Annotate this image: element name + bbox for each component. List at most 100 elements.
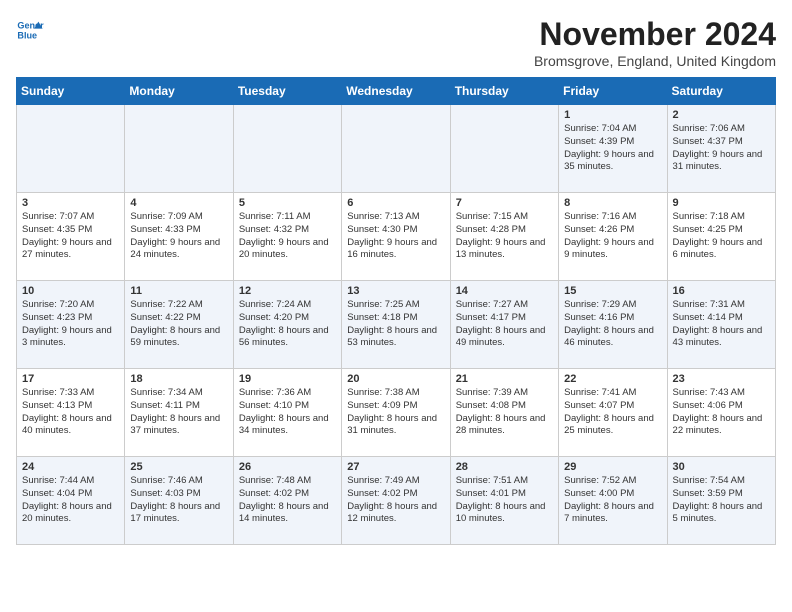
cell-info: Sunrise: 7:09 AM Sunset: 4:33 PM Dayligh… <box>130 211 227 262</box>
calendar-cell: 29Sunrise: 7:52 AM Sunset: 4:00 PM Dayli… <box>559 457 667 545</box>
cell-info: Sunrise: 7:52 AM Sunset: 4:00 PM Dayligh… <box>564 475 661 526</box>
weekday-header-wednesday: Wednesday <box>342 78 450 105</box>
cell-info: Sunrise: 7:15 AM Sunset: 4:28 PM Dayligh… <box>456 211 553 262</box>
cell-info: Sunrise: 7:39 AM Sunset: 4:08 PM Dayligh… <box>456 387 553 438</box>
calendar-cell: 23Sunrise: 7:43 AM Sunset: 4:06 PM Dayli… <box>667 369 775 457</box>
calendar-cell: 3 Sunrise: 7:07 AM Sunset: 4:35 PM Daylig… <box>17 193 125 281</box>
week-row-0: 1Sunrise: 7:04 AM Sunset: 4:39 PM Daylig… <box>17 105 776 193</box>
day-number: 12 <box>239 285 336 297</box>
weekday-header-saturday: Saturday <box>667 78 775 105</box>
cell-info: Sunrise: 7:24 AM Sunset: 4:20 PM Dayligh… <box>239 299 336 350</box>
cell-info: Sunrise: 7:38 AM Sunset: 4:09 PM Dayligh… <box>347 387 444 438</box>
cell-info: Sunrise: 7:48 AM Sunset: 4:02 PM Dayligh… <box>239 475 336 526</box>
day-number: 9 <box>673 197 770 209</box>
day-number: 4 <box>130 197 227 209</box>
location: Bromsgrove, England, United Kingdom <box>534 53 776 69</box>
month-title: November 2024 <box>534 16 776 53</box>
cell-info: Sunrise: 7:11 AM Sunset: 4:32 PM Dayligh… <box>239 211 336 262</box>
day-number: 14 <box>456 285 553 297</box>
weekday-header-friday: Friday <box>559 78 667 105</box>
calendar-cell: 30 Sunrise: 7:54 AM Sunset: 3:59 PM Dayli… <box>667 457 775 545</box>
calendar-cell: 4 Sunrise: 7:09 AM Sunset: 4:33 PM Daylig… <box>125 193 233 281</box>
calendar-cell: 18 Sunrise: 7:34 AM Sunset: 4:11 PM Dayli… <box>125 369 233 457</box>
weekday-header-thursday: Thursday <box>450 78 558 105</box>
cell-info: Sunrise: 7:54 AM Sunset: 3:59 PM Dayligh… <box>673 475 770 526</box>
day-number: 24 <box>22 461 119 473</box>
cell-info: Sunrise: 7:49 AM Sunset: 4:02 PM Dayligh… <box>347 475 444 526</box>
cell-info: Sunrise: 7:06 AM Sunset: 4:37 PM Dayligh… <box>673 123 770 174</box>
cell-info: Sunrise: 7:44 AM Sunset: 4:04 PM Dayligh… <box>22 475 119 526</box>
day-number: 28 <box>456 461 553 473</box>
day-number: 20 <box>347 373 444 385</box>
calendar-cell: 11 Sunrise: 7:22 AM Sunset: 4:22 PM Dayli… <box>125 281 233 369</box>
day-number: 11 <box>130 285 227 297</box>
day-number: 13 <box>347 285 444 297</box>
calendar-cell: 7 Sunrise: 7:15 AM Sunset: 4:28 PM Daylig… <box>450 193 558 281</box>
calendar-cell: 20 Sunrise: 7:38 AM Sunset: 4:09 PM Dayli… <box>342 369 450 457</box>
day-number: 15 <box>564 285 661 297</box>
week-row-1: 3 Sunrise: 7:07 AM Sunset: 4:35 PM Daylig… <box>17 193 776 281</box>
calendar-cell: 22 Sunrise: 7:41 AM Sunset: 4:07 PM Dayli… <box>559 369 667 457</box>
cell-info: Sunrise: 7:29 AM Sunset: 4:16 PM Dayligh… <box>564 299 661 350</box>
calendar-cell <box>125 105 233 193</box>
calendar-cell <box>450 105 558 193</box>
calendar-cell: 8 Sunrise: 7:16 AM Sunset: 4:26 PM Daylig… <box>559 193 667 281</box>
cell-info: Sunrise: 7:18 AM Sunset: 4:25 PM Dayligh… <box>673 211 770 262</box>
day-number: 30 <box>673 461 770 473</box>
cell-info: Sunrise: 7:33 AM Sunset: 4:13 PM Dayligh… <box>22 387 119 438</box>
cell-info: Sunrise: 7:07 AM Sunset: 4:35 PM Dayligh… <box>22 211 119 262</box>
weekday-header-tuesday: Tuesday <box>233 78 341 105</box>
calendar-cell <box>342 105 450 193</box>
calendar-cell: 28 Sunrise: 7:51 AM Sunset: 4:01 PM Dayli… <box>450 457 558 545</box>
cell-info: Sunrise: 7:36 AM Sunset: 4:10 PM Dayligh… <box>239 387 336 438</box>
calendar-cell: 14 Sunrise: 7:27 AM Sunset: 4:17 PM Dayli… <box>450 281 558 369</box>
cell-info: Sunrise: 7:25 AM Sunset: 4:18 PM Dayligh… <box>347 299 444 350</box>
day-number: 6 <box>347 197 444 209</box>
cell-info: Sunrise: 7:16 AM Sunset: 4:26 PM Dayligh… <box>564 211 661 262</box>
calendar-cell: 27 Sunrise: 7:49 AM Sunset: 4:02 PM Dayli… <box>342 457 450 545</box>
day-number: 7 <box>456 197 553 209</box>
calendar-cell: 12 Sunrise: 7:24 AM Sunset: 4:20 PM Dayli… <box>233 281 341 369</box>
week-row-2: 10Sunrise: 7:20 AM Sunset: 4:23 PM Dayli… <box>17 281 776 369</box>
week-row-4: 24 Sunrise: 7:44 AM Sunset: 4:04 PM Dayli… <box>17 457 776 545</box>
calendar-cell <box>17 105 125 193</box>
svg-text:Blue: Blue <box>17 30 37 40</box>
calendar-cell: 1Sunrise: 7:04 AM Sunset: 4:39 PM Daylig… <box>559 105 667 193</box>
calendar-cell: 21 Sunrise: 7:39 AM Sunset: 4:08 PM Dayli… <box>450 369 558 457</box>
cell-info: Sunrise: 7:46 AM Sunset: 4:03 PM Dayligh… <box>130 475 227 526</box>
calendar-cell: 10Sunrise: 7:20 AM Sunset: 4:23 PM Dayli… <box>17 281 125 369</box>
cell-info: Sunrise: 7:22 AM Sunset: 4:22 PM Dayligh… <box>130 299 227 350</box>
logo: General Blue <box>16 16 44 44</box>
day-number: 3 <box>22 197 119 209</box>
logo-icon: General Blue <box>16 16 44 44</box>
calendar-cell: 17 Sunrise: 7:33 AM Sunset: 4:13 PM Dayli… <box>17 369 125 457</box>
calendar-cell: 19 Sunrise: 7:36 AM Sunset: 4:10 PM Dayli… <box>233 369 341 457</box>
title-area: November 2024 Bromsgrove, England, Unite… <box>534 16 776 69</box>
cell-info: Sunrise: 7:27 AM Sunset: 4:17 PM Dayligh… <box>456 299 553 350</box>
day-number: 25 <box>130 461 227 473</box>
cell-info: Sunrise: 7:51 AM Sunset: 4:01 PM Dayligh… <box>456 475 553 526</box>
day-number: 8 <box>564 197 661 209</box>
calendar-cell: 24 Sunrise: 7:44 AM Sunset: 4:04 PM Dayli… <box>17 457 125 545</box>
weekday-header-sunday: Sunday <box>17 78 125 105</box>
calendar-cell: 16 Sunrise: 7:31 AM Sunset: 4:14 PM Dayli… <box>667 281 775 369</box>
cell-info: Sunrise: 7:04 AM Sunset: 4:39 PM Dayligh… <box>564 123 661 174</box>
cell-info: Sunrise: 7:34 AM Sunset: 4:11 PM Dayligh… <box>130 387 227 438</box>
day-number: 17 <box>22 373 119 385</box>
day-number: 26 <box>239 461 336 473</box>
calendar-cell: 2Sunrise: 7:06 AM Sunset: 4:37 PM Daylig… <box>667 105 775 193</box>
calendar-cell <box>233 105 341 193</box>
day-number: 22 <box>564 373 661 385</box>
cell-info: Sunrise: 7:20 AM Sunset: 4:23 PM Dayligh… <box>22 299 119 350</box>
weekday-header-row: SundayMondayTuesdayWednesdayThursdayFrid… <box>17 78 776 105</box>
weekday-header-monday: Monday <box>125 78 233 105</box>
header: General Blue November 2024 Bromsgrove, E… <box>16 16 776 69</box>
day-number: 18 <box>130 373 227 385</box>
day-number: 21 <box>456 373 553 385</box>
cell-info: Sunrise: 7:31 AM Sunset: 4:14 PM Dayligh… <box>673 299 770 350</box>
cell-info: Sunrise: 7:41 AM Sunset: 4:07 PM Dayligh… <box>564 387 661 438</box>
day-number: 16 <box>673 285 770 297</box>
day-number: 19 <box>239 373 336 385</box>
calendar-table: SundayMondayTuesdayWednesdayThursdayFrid… <box>16 77 776 545</box>
day-number: 27 <box>347 461 444 473</box>
